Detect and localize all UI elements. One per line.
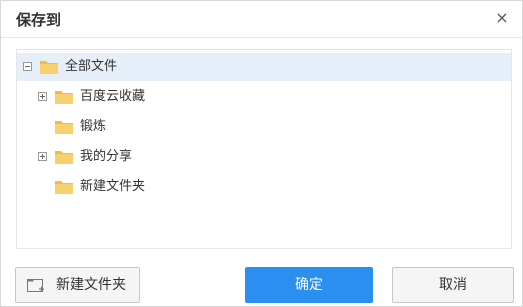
plus-box-icon[interactable] [38,92,47,101]
tree-item-exercise[interactable]: 锻炼 [17,113,511,141]
dialog-title: 保存到 [16,11,62,29]
folder-icon [55,151,73,164]
dialog-titlebar: 保存到 × [1,1,522,38]
save-to-dialog: 保存到 × 全部文件 百度云收藏 锻炼 我的分享 新建文件夹 新建文件夹 确定 … [0,0,523,307]
folder-tree: 全部文件 百度云收藏 锻炼 我的分享 新建文件夹 [16,49,512,249]
confirm-button[interactable]: 确定 [245,267,373,303]
plus-box-icon[interactable] [38,152,47,161]
tree-item-label: 锻炼 [80,119,107,134]
tree-item-label: 我的分享 [80,149,133,164]
new-folder-button[interactable]: 新建文件夹 [15,267,140,303]
tree-item-label: 新建文件夹 [80,179,146,194]
tree-item-all-files[interactable]: 全部文件 [17,53,511,81]
folder-icon [40,61,58,74]
tree-item-new-folder[interactable]: 新建文件夹 [17,173,511,201]
folder-icon [55,91,73,104]
new-folder-button-label: 新建文件夹 [56,277,126,293]
tree-item-baidu-favorites[interactable]: 百度云收藏 [17,83,511,111]
folder-icon [55,121,73,134]
new-folder-icon [27,279,44,292]
tree-item-label: 百度云收藏 [80,89,146,104]
folder-icon [55,181,73,194]
tree-item-my-shares[interactable]: 我的分享 [17,143,511,171]
close-icon[interactable]: × [492,8,512,28]
minus-box-icon[interactable] [23,62,32,71]
tree-item-label: 全部文件 [65,59,118,74]
cancel-button[interactable]: 取消 [392,267,514,303]
